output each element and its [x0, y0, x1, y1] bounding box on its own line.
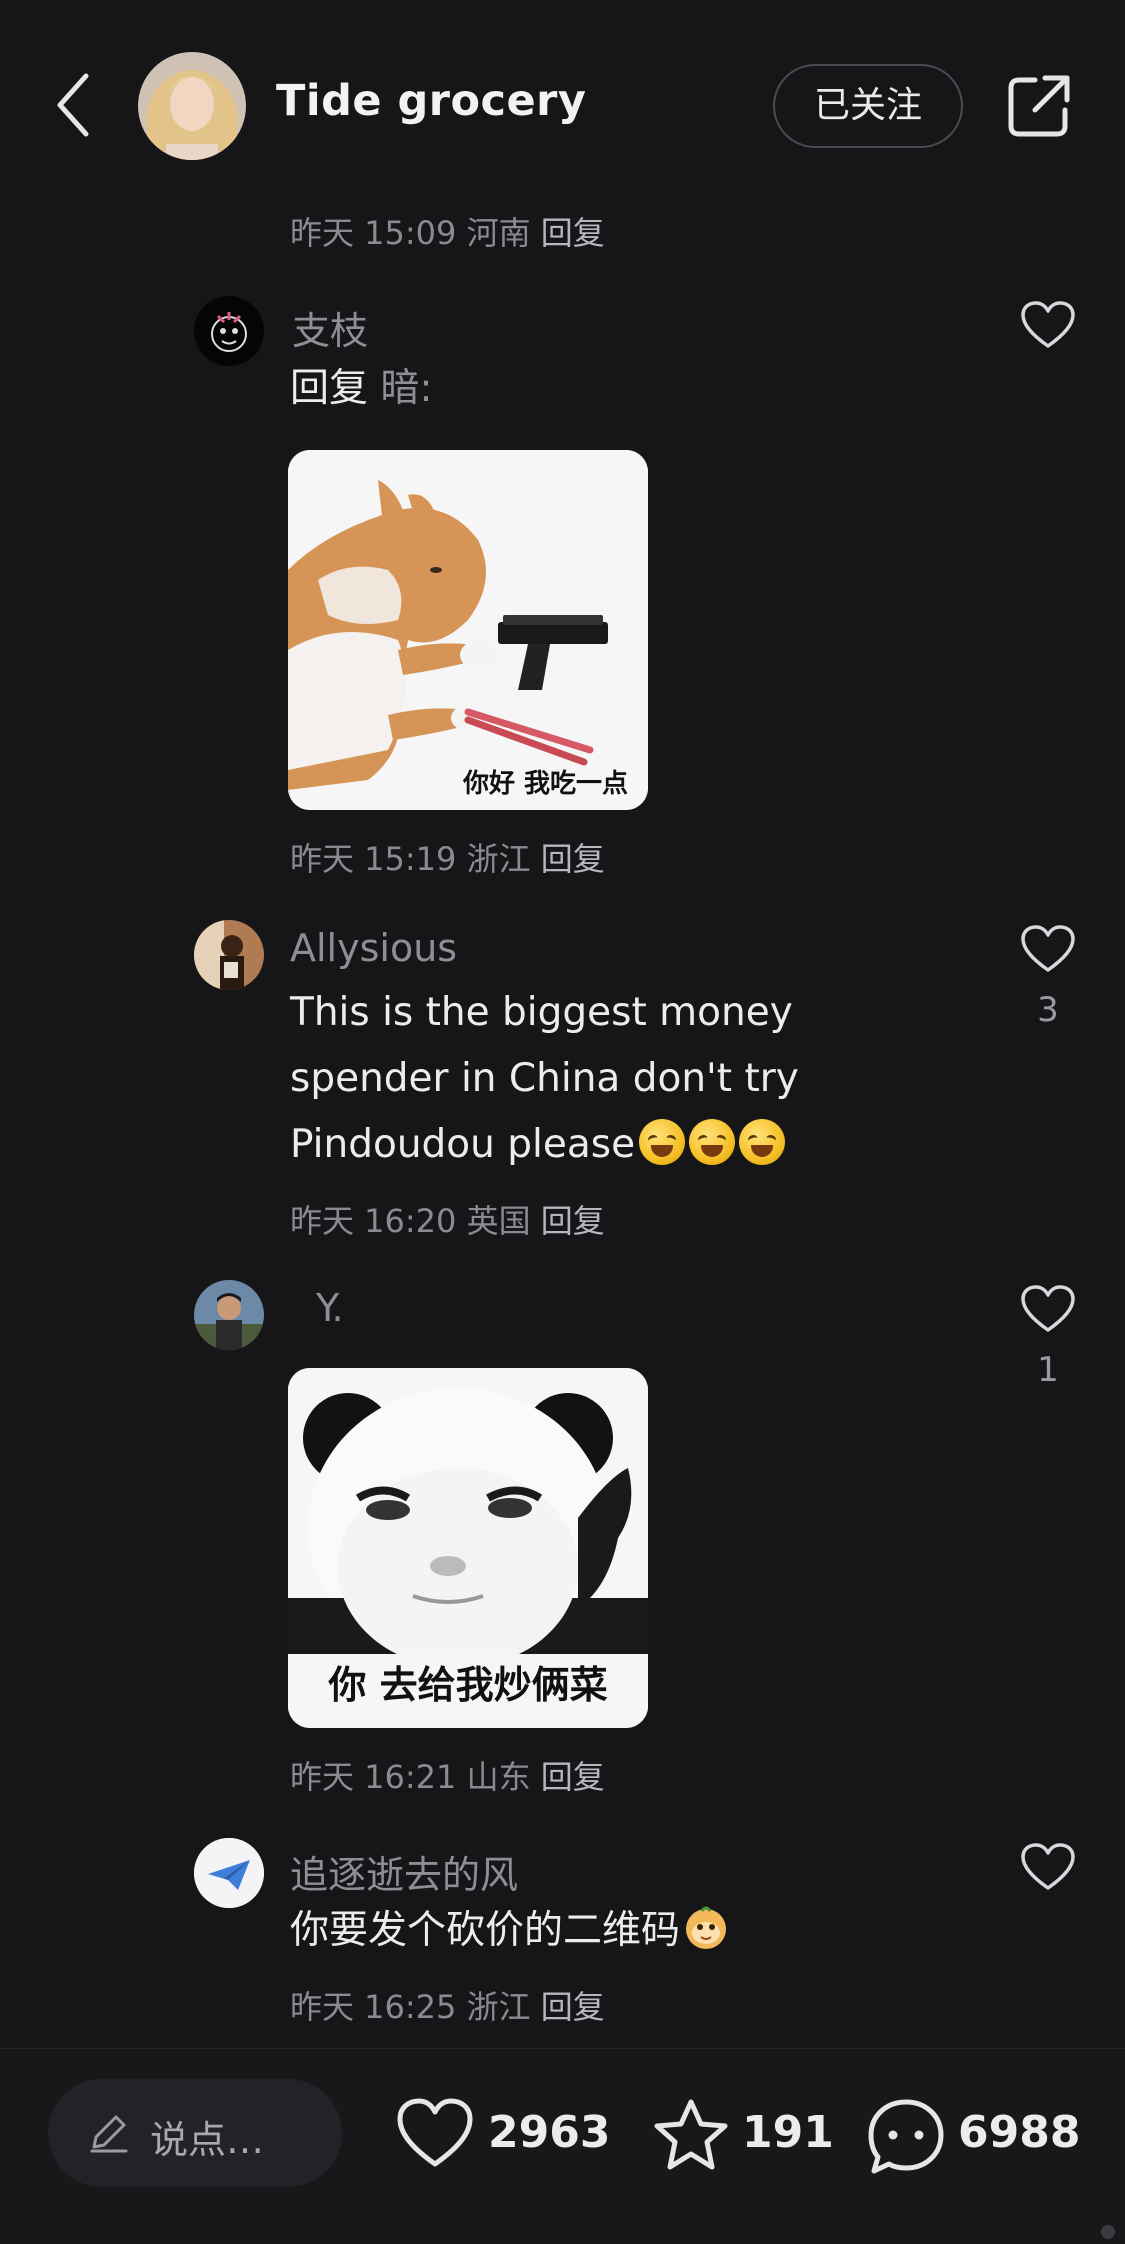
- share-button[interactable]: [1005, 72, 1073, 140]
- like-total: 2963: [488, 2107, 611, 2158]
- cat-with-gun-illustration: [288, 450, 648, 810]
- comment-text: 你要发个砍价的二维码: [290, 1898, 730, 1964]
- comment-time-location: 昨天 15:09 河南: [290, 214, 531, 252]
- comment-line-with-emoji: Pindoudou please: [290, 1112, 910, 1178]
- cat-sticker-image[interactable]: 你好 我吃一点: [288, 450, 648, 810]
- star-icon: [654, 2099, 728, 2170]
- comments-button[interactable]: 6988: [866, 2097, 1086, 2177]
- author-name[interactable]: Tide grocery: [276, 76, 586, 126]
- avatar[interactable]: [194, 1280, 264, 1350]
- comment-meta: 昨天 15:19 浙江 回复: [290, 834, 605, 880]
- comment-input-placeholder: 说点…: [150, 2118, 265, 2162]
- comment-thread-page: Tide grocery 已关注 昨天 15:09 河南 回复 支枝 回复 暗:…: [0, 0, 1125, 2244]
- avatar[interactable]: [194, 1838, 264, 1908]
- heart-icon: [1021, 925, 1075, 972]
- like-count: 3: [1037, 990, 1059, 1030]
- comment-time-location: 昨天 16:20 英国: [290, 1202, 531, 1240]
- comment-line: This is the biggest money: [290, 990, 793, 1035]
- favorite-total: 191: [742, 2107, 834, 2158]
- comment-time-location: 昨天 16:21 山东: [290, 1758, 531, 1796]
- commenter-name[interactable]: Allysious: [290, 926, 457, 970]
- monkey-face-emoji: [682, 1903, 730, 1951]
- reply-button[interactable]: 回复: [541, 1202, 605, 1240]
- like-button[interactable]: [1020, 1842, 1076, 1892]
- like-button[interactable]: [1020, 1284, 1076, 1334]
- chevron-left-icon: [57, 73, 89, 137]
- reply-button[interactable]: 回复: [541, 214, 605, 252]
- commenter-name[interactable]: 支枝: [292, 300, 368, 355]
- top-bar: Tide grocery 已关注: [0, 0, 1125, 210]
- comment-bubble-icon: [868, 2099, 944, 2174]
- reply-button[interactable]: 回复: [541, 1758, 605, 1796]
- comment-text: This is the biggest money spender in Chi…: [290, 980, 910, 1178]
- heart-icon: [1021, 1843, 1075, 1890]
- reply-button[interactable]: 回复: [541, 840, 605, 878]
- comment-line: Pindoudou please: [290, 1122, 636, 1167]
- like-button[interactable]: [1020, 924, 1076, 974]
- comment-line: spender in China don't try: [290, 1056, 799, 1101]
- rofl-emoji: [739, 1119, 786, 1165]
- comment-meta: 昨天 16:21 山东 回复: [290, 1752, 605, 1798]
- favorite-button[interactable]: 191: [652, 2097, 834, 2177]
- share-external-icon: [1008, 75, 1070, 137]
- comment-text: 回复 暗:: [290, 356, 433, 422]
- like-count: 1: [1037, 1350, 1059, 1390]
- heart-icon: [1021, 1285, 1075, 1332]
- comment-time-location: 昨天 15:19 浙江: [290, 840, 531, 878]
- commenter-name[interactable]: Y.: [316, 1286, 344, 1330]
- rofl-emoji: [689, 1119, 736, 1165]
- pencil-icon: [90, 2115, 128, 2153]
- like-button[interactable]: [1020, 300, 1076, 350]
- author-avatar[interactable]: [138, 52, 246, 160]
- corner-indicator: [1101, 2225, 1115, 2239]
- sticker-caption: 你好 我吃一点: [462, 769, 628, 799]
- comment-meta: 昨天 16:20 英国 回复: [290, 1196, 605, 1242]
- comment-total: 6988: [958, 2107, 1081, 2158]
- sticker-caption: 你 去给我炒俩菜: [288, 1654, 648, 1716]
- commenter-name[interactable]: 追逐逝去的风: [290, 1844, 518, 1899]
- reply-target[interactable]: 暗:: [380, 366, 432, 411]
- comment-meta: 昨天 15:09 河南 回复: [290, 208, 605, 254]
- avatar[interactable]: [194, 920, 264, 990]
- panda-sticker-image[interactable]: 你 去给我炒俩菜: [288, 1368, 648, 1728]
- bottom-action-bar: 说点… 2963 191 6988: [0, 2048, 1125, 2244]
- comment-input[interactable]: 说点…: [48, 2079, 342, 2187]
- heart-icon: [1021, 301, 1075, 348]
- reply-button[interactable]: 回复: [541, 1988, 605, 2026]
- heart-icon: [397, 2098, 473, 2167]
- follow-button[interactable]: 已关注: [773, 64, 963, 148]
- back-button[interactable]: [50, 70, 100, 140]
- avatar[interactable]: [194, 296, 264, 366]
- rofl-emoji: [639, 1119, 686, 1165]
- reply-prefix: 回复: [290, 366, 369, 411]
- comment-meta: 昨天 16:25 浙江 回复: [290, 1982, 605, 2028]
- comment-body: 你要发个砍价的二维码: [290, 1908, 681, 1953]
- paper-plane-icon: [194, 1838, 264, 1908]
- comment-time-location: 昨天 16:25 浙江: [290, 1988, 531, 2026]
- like-post-button[interactable]: 2963: [396, 2097, 610, 2177]
